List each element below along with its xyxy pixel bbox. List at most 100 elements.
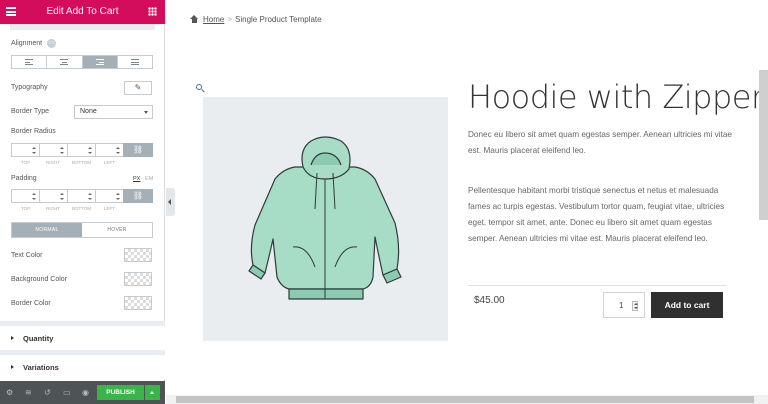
align-justify-icon — [130, 59, 139, 65]
chevron-down-icon — [144, 111, 148, 114]
dim-label-bottom: BOTTOM — [72, 206, 92, 211]
pencil-icon: ✎ — [134, 83, 142, 92]
align-center-button[interactable] — [47, 56, 83, 68]
state-tabs: NORMAL HOVER — [11, 222, 153, 238]
add-to-cart-button[interactable]: Add to cart — [651, 292, 723, 318]
background-color-picker[interactable] — [124, 272, 152, 286]
padding-top-input[interactable] — [11, 189, 39, 203]
layers-icon[interactable]: ≋ — [25, 388, 32, 397]
editor-panel: Edit Add To Cart Alignment ▭ Typography … — [0, 0, 165, 404]
breadcrumb-home-link[interactable]: Home — [203, 15, 224, 24]
caret-right-icon — [11, 365, 14, 369]
panel-title: Edit Add To Cart — [46, 6, 119, 17]
responsive-mode-icon[interactable]: ▭ — [63, 388, 71, 397]
quantity-input[interactable]: 1 — [603, 292, 645, 318]
page-preview: Home > Single Product Template Hoodie wi… — [166, 0, 768, 404]
breadcrumb-separator: > — [227, 15, 233, 24]
border-type-select[interactable]: None — [74, 105, 153, 119]
link-values-button[interactable]: ⛓ — [123, 189, 153, 203]
section-variations[interactable]: Variations — [0, 355, 165, 379]
breadcrumb: Home > Single Product Template — [190, 15, 322, 24]
panel-header: Edit Add To Cart — [0, 0, 165, 24]
dim-label-top: TOP — [21, 206, 31, 211]
section-variations-title: Variations — [23, 363, 59, 372]
spinner-icon[interactable] — [60, 147, 65, 155]
horizontal-scrollbar[interactable] — [166, 395, 768, 404]
divider — [468, 285, 726, 286]
spinner-icon[interactable] — [32, 193, 37, 201]
align-right-button[interactable] — [82, 56, 118, 68]
align-left-icon — [25, 59, 34, 65]
section-quantity[interactable]: Quantity — [0, 326, 165, 350]
border-color-picker[interactable] — [124, 296, 152, 310]
product-image[interactable] — [203, 97, 448, 341]
typography-label: Typography — [11, 84, 48, 91]
border-radius-label: Border Radius — [11, 128, 56, 135]
dim-label-bottom: BOTTOM — [72, 160, 92, 165]
text-color-picker[interactable] — [124, 248, 152, 262]
tab-normal[interactable]: NORMAL — [12, 223, 82, 237]
align-left-button[interactable] — [12, 56, 48, 68]
publish-button[interactable]: PUBLISH — [97, 385, 144, 400]
align-right-icon — [95, 59, 104, 65]
product-price: $45.00 — [474, 295, 505, 306]
home-icon — [190, 15, 199, 23]
spinner-icon[interactable] — [116, 193, 121, 201]
spinner-icon[interactable] — [116, 147, 121, 155]
settings-icon[interactable]: ⚙ — [6, 388, 13, 397]
alignment-control — [11, 55, 153, 69]
hoodie-image — [248, 136, 402, 300]
border-color-label: Border Color — [11, 300, 51, 307]
quantity-stepper[interactable] — [632, 301, 638, 311]
dim-label-right: RIGHT — [46, 206, 60, 211]
link-icon: ⛓ — [132, 191, 144, 200]
vertical-scrollbar[interactable] — [759, 70, 768, 220]
text-color-label: Text Color — [11, 252, 43, 259]
border-radius-top-input[interactable] — [11, 143, 39, 157]
dim-label-top: TOP — [21, 160, 31, 165]
section-quantity-title: Quantity — [23, 334, 54, 343]
padding-left-input[interactable] — [95, 189, 123, 203]
responsive-icon[interactable]: ▭ — [47, 39, 56, 48]
link-values-button[interactable]: ⛓ — [123, 143, 153, 157]
border-type-value: None — [80, 108, 97, 115]
dim-label-right: RIGHT — [46, 160, 60, 165]
spinner-icon[interactable] — [88, 147, 93, 155]
padding-right-input[interactable] — [39, 189, 67, 203]
grid-icon[interactable] — [148, 7, 157, 16]
spinner-icon[interactable] — [32, 147, 37, 155]
product-title: Hoodie with Zipper — [468, 78, 764, 116]
spinner-icon[interactable] — [88, 193, 93, 201]
border-radius-left-input[interactable] — [95, 143, 123, 157]
unit-em-toggle[interactable]: EM — [145, 176, 153, 182]
alignment-label: Alignment — [11, 40, 43, 47]
history-icon[interactable]: ↺ — [44, 388, 51, 397]
border-radius-right-input[interactable] — [39, 143, 67, 157]
panel-tabs-strip — [10, 24, 155, 30]
align-center-icon — [60, 59, 69, 65]
spinner-icon[interactable] — [60, 193, 65, 201]
border-radius-bottom-input[interactable] — [67, 143, 95, 157]
padding-bottom-input[interactable] — [67, 189, 95, 203]
product-long-description: Pellentesque habitant morbi tristique se… — [468, 186, 725, 243]
publish-options-button[interactable] — [145, 385, 160, 400]
caret-right-icon — [11, 336, 14, 340]
quantity-value: 1 — [619, 301, 624, 310]
preview-eye-icon[interactable]: ◉ — [82, 388, 89, 397]
elementor-editor: Edit Add To Cart Alignment ▭ Typography … — [0, 0, 768, 404]
border-type-label: Border Type — [11, 108, 50, 115]
unit-px-toggle[interactable]: PX — [133, 176, 140, 182]
product-short-description: Donec eu libero sit amet quam egestas se… — [468, 130, 732, 155]
tab-hover[interactable]: HOVER — [82, 223, 152, 237]
padding-label: Padding — [11, 175, 37, 182]
dim-label-left: LEFT — [104, 206, 116, 211]
typography-edit-button[interactable]: ✎ — [124, 81, 152, 95]
border-radius-control: ⛓ — [11, 143, 153, 157]
zoom-icon[interactable] — [196, 84, 205, 93]
link-icon: ⛓ — [132, 145, 144, 154]
breadcrumb-current: Single Product Template — [235, 15, 322, 24]
panel-footer: ⚙ ≋ ↺ ▭ ◉ PUBLISH — [0, 381, 165, 404]
align-justify-button[interactable] — [118, 56, 152, 68]
scrollbar-thumb[interactable] — [176, 396, 754, 403]
padding-control: ⛓ — [11, 189, 153, 203]
